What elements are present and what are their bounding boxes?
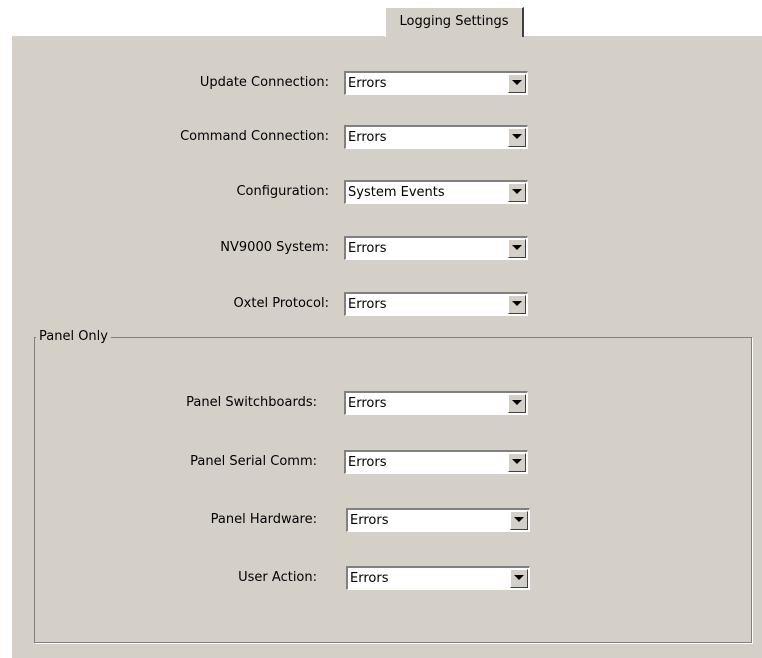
setting-row-user-action: User Action: Errors bbox=[12, 566, 762, 590]
setting-row-oxtel-protocol: Oxtel Protocol: Errors bbox=[12, 292, 762, 316]
panel-switchboards-label: Panel Switchboards: bbox=[186, 395, 317, 410]
dropdown-arrow-icon[interactable] bbox=[510, 511, 528, 530]
configuration-label: Configuration: bbox=[236, 184, 329, 199]
update-connection-dropdown[interactable]: Errors bbox=[344, 71, 528, 95]
setting-row-panel-hardware: Panel Hardware: Errors bbox=[12, 508, 762, 532]
oxtel-protocol-label: Oxtel Protocol: bbox=[233, 296, 329, 311]
panel-serial-comm-label: Panel Serial Comm: bbox=[190, 454, 317, 469]
setting-row-panel-switchboards: Panel Switchboards: Errors bbox=[12, 391, 762, 415]
setting-row-panel-serial-comm: Panel Serial Comm: Errors bbox=[12, 450, 762, 474]
dropdown-arrow-icon[interactable] bbox=[508, 74, 526, 93]
panel-hardware-label: Panel Hardware: bbox=[210, 512, 317, 527]
setting-row-command-connection: Command Connection: Errors bbox=[12, 125, 762, 149]
dropdown-arrow-icon[interactable] bbox=[508, 453, 526, 472]
command-connection-dropdown[interactable]: Errors bbox=[344, 125, 528, 149]
dropdown-arrow-icon[interactable] bbox=[508, 295, 526, 314]
command-connection-value: Errors bbox=[348, 130, 387, 145]
nv9000-system-label: NV9000 System: bbox=[220, 240, 329, 255]
panel-serial-comm-dropdown[interactable]: Errors bbox=[344, 450, 528, 474]
panel-switchboards-value: Errors bbox=[348, 396, 387, 411]
nv9000-system-value: Errors bbox=[348, 241, 387, 256]
panel-hardware-dropdown[interactable]: Errors bbox=[346, 508, 530, 532]
panel-serial-comm-value: Errors bbox=[348, 455, 387, 470]
tab-logging-settings[interactable]: Logging Settings bbox=[385, 7, 524, 37]
panel-only-groupbox bbox=[34, 337, 752, 643]
dropdown-arrow-icon[interactable] bbox=[508, 239, 526, 258]
configuration-value: System Events bbox=[348, 185, 445, 200]
nv9000-system-dropdown[interactable]: Errors bbox=[344, 236, 528, 260]
setting-row-nv9000-system: NV9000 System: Errors bbox=[12, 236, 762, 260]
dropdown-arrow-icon[interactable] bbox=[508, 394, 526, 413]
logging-settings-panel: Update Connection: Errors Command Connec… bbox=[12, 36, 762, 658]
setting-row-update-connection: Update Connection: Errors bbox=[12, 71, 762, 95]
user-action-value: Errors bbox=[350, 571, 389, 586]
user-action-label: User Action: bbox=[238, 570, 317, 585]
configuration-dropdown[interactable]: System Events bbox=[344, 180, 528, 204]
user-action-dropdown[interactable]: Errors bbox=[346, 566, 530, 590]
command-connection-label: Command Connection: bbox=[180, 129, 329, 144]
panel-only-title: Panel Only bbox=[36, 327, 111, 347]
dropdown-arrow-icon[interactable] bbox=[508, 183, 526, 202]
update-connection-value: Errors bbox=[348, 76, 387, 91]
oxtel-protocol-dropdown[interactable]: Errors bbox=[344, 292, 528, 316]
panel-hardware-value: Errors bbox=[350, 513, 389, 528]
oxtel-protocol-value: Errors bbox=[348, 297, 387, 312]
setting-row-configuration: Configuration: System Events bbox=[12, 180, 762, 204]
dropdown-arrow-icon[interactable] bbox=[508, 128, 526, 147]
panel-switchboards-dropdown[interactable]: Errors bbox=[344, 391, 528, 415]
dropdown-arrow-icon[interactable] bbox=[510, 569, 528, 588]
update-connection-label: Update Connection: bbox=[199, 75, 329, 90]
